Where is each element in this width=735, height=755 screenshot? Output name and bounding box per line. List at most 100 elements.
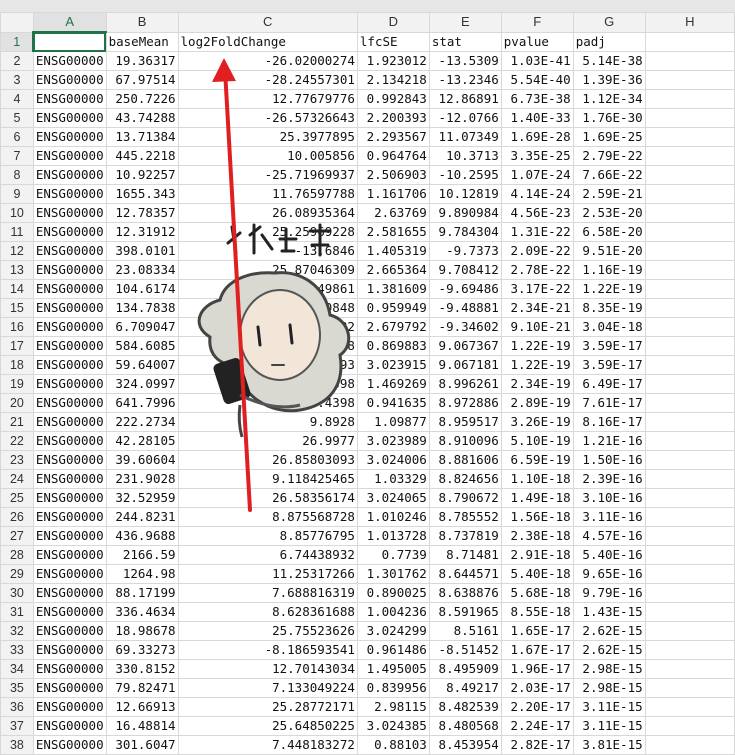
cell-d[interactable]: 1.469269 (356, 374, 430, 394)
cell-a[interactable] (32, 31, 107, 52)
cell-b[interactable]: 584.6085 (105, 336, 179, 356)
row-header[interactable]: 29 (0, 564, 34, 584)
cell-d[interactable]: 1.923012 (356, 51, 430, 71)
cell-g[interactable]: 7.66E-22 (572, 165, 646, 185)
cell-g[interactable]: 8.16E-17 (572, 412, 646, 432)
cell-b[interactable]: 32.52959 (105, 488, 179, 508)
cell-c[interactable]: 26.85803093 (177, 450, 358, 470)
cell-a[interactable]: ENSG00000 (32, 640, 107, 660)
cell-f[interactable]: 4.14E-24 (500, 184, 574, 204)
row-header[interactable]: 25 (0, 488, 34, 508)
cell-e[interactable]: 8.790672 (428, 488, 502, 508)
cell-c[interactable]: 8.875568728 (177, 507, 358, 527)
cell-e[interactable]: 8.972886 (428, 393, 502, 413)
cell-b[interactable]: 42.28105 (105, 431, 179, 451)
cell-g[interactable]: 1.50E-16 (572, 450, 646, 470)
cell-b[interactable]: 301.6047 (105, 735, 179, 755)
cell-g[interactable]: 2.53E-20 (572, 203, 646, 223)
cell-d[interactable]: 2.98115 (356, 697, 430, 717)
cell-f[interactable]: 3.26E-19 (500, 412, 574, 432)
cell-a[interactable]: ENSG00000 (32, 317, 107, 337)
cell-e[interactable]: 12.86891 (428, 89, 502, 109)
column-header-g[interactable]: G (572, 12, 646, 33)
column-header-d[interactable]: D (356, 12, 430, 33)
row-header[interactable]: 24 (0, 469, 34, 489)
cell-e[interactable]: 8.824656 (428, 469, 502, 489)
row-header[interactable]: 38 (0, 735, 34, 755)
cell-d[interactable]: 1.301762 (356, 564, 430, 584)
cell-g[interactable]: 3.81E-15 (572, 735, 646, 755)
cell-f[interactable]: 2.09E-22 (500, 241, 574, 261)
row-header[interactable]: 36 (0, 697, 34, 717)
cell-b[interactable]: 10.92257 (105, 165, 179, 185)
row-header[interactable]: 27 (0, 526, 34, 546)
cell-d[interactable]: 1.09877 (356, 412, 430, 432)
cell-d[interactable]: 2.293567 (356, 127, 430, 147)
cell-f[interactable]: 2.38E-18 (500, 526, 574, 546)
cell-h[interactable] (644, 735, 735, 755)
cell-g[interactable]: 8.35E-19 (572, 298, 646, 318)
cell-h[interactable] (644, 374, 735, 394)
cell-b[interactable]: 1655.343 (105, 184, 179, 204)
cell-a[interactable]: ENSG00000 (32, 241, 107, 261)
cell-b[interactable]: 59.64007 (105, 355, 179, 375)
cell-g[interactable]: 3.11E-16 (572, 507, 646, 527)
cell-d[interactable]: 3.024299 (356, 621, 430, 641)
cell-h[interactable] (644, 203, 735, 223)
cell-c[interactable]: 10.005856 (177, 146, 358, 166)
cell-d[interactable]: 2.200393 (356, 108, 430, 128)
row-header[interactable]: 28 (0, 545, 34, 565)
cell-c[interactable]: -26.02000274 (177, 51, 358, 71)
cell-g[interactable]: 3.04E-18 (572, 317, 646, 337)
cell-e[interactable]: -13.2346 (428, 70, 502, 90)
cell-a[interactable]: ENSG00000 (32, 602, 107, 622)
cell-e[interactable]: 9.784304 (428, 222, 502, 242)
cell-a[interactable]: ENSG00000 (32, 222, 107, 242)
cell-b[interactable]: 23.08334 (105, 260, 179, 280)
cell-a[interactable]: ENSG00000 (32, 70, 107, 90)
cell-c[interactable]: 25.87046309 (177, 260, 358, 280)
cell-e[interactable]: -8.51452 (428, 640, 502, 660)
cell-d[interactable]: 0.7739 (356, 545, 430, 565)
row-header[interactable]: 37 (0, 716, 34, 736)
cell-f[interactable]: pvalue (500, 31, 574, 52)
cell-c[interactable]: -26.57326643 (177, 108, 358, 128)
cell-a[interactable]: ENSG00000 (32, 450, 107, 470)
cell-f[interactable]: 1.65E-17 (500, 621, 574, 641)
cell-c[interactable]: 25.3977895 (177, 127, 358, 147)
row-header[interactable]: 20 (0, 393, 34, 413)
cell-f[interactable]: 2.89E-19 (500, 393, 574, 413)
cell-a[interactable]: ENSG00000 (32, 526, 107, 546)
cell-e[interactable]: 8.996261 (428, 374, 502, 394)
cell-d[interactable]: 1.381609 (356, 279, 430, 299)
cell-h[interactable] (644, 678, 735, 698)
cell-h[interactable] (644, 146, 735, 166)
cell-g[interactable]: 2.79E-22 (572, 146, 646, 166)
row-header[interactable]: 16 (0, 317, 34, 337)
cell-c[interactable]: 7.688816319 (177, 583, 358, 603)
cell-c[interactable]: -25.71969937 (177, 165, 358, 185)
cell-b[interactable]: 330.8152 (105, 659, 179, 679)
cell-b[interactable]: 39.60604 (105, 450, 179, 470)
cell-b[interactable]: 6.709047 (105, 317, 179, 337)
cell-g[interactable]: 7.61E-17 (572, 393, 646, 413)
cell-g[interactable]: 2.98E-15 (572, 678, 646, 698)
cell-a[interactable]: ENSG00000 (32, 146, 107, 166)
cell-e[interactable]: 9.067367 (428, 336, 502, 356)
cell-h[interactable] (644, 564, 735, 584)
cell-d[interactable]: lfcSE (356, 31, 430, 52)
cell-c[interactable]: 25.64850225 (177, 716, 358, 736)
cell-c[interactable]: 25.25969228 (177, 222, 358, 242)
cell-g[interactable]: 1.69E-25 (572, 127, 646, 147)
row-header[interactable]: 2 (0, 51, 34, 71)
row-header[interactable]: 9 (0, 184, 34, 204)
cell-e[interactable]: 8.881606 (428, 450, 502, 470)
cell-b[interactable]: 324.0997 (105, 374, 179, 394)
cell-d[interactable]: 0.869883 (356, 336, 430, 356)
row-header[interactable]: 34 (0, 659, 34, 679)
row-header[interactable]: 26 (0, 507, 34, 527)
cell-f[interactable]: 1.49E-18 (500, 488, 574, 508)
row-header[interactable]: 21 (0, 412, 34, 432)
column-header-c[interactable]: C (177, 12, 358, 33)
cell-c[interactable]: 11.25317266 (177, 564, 358, 584)
